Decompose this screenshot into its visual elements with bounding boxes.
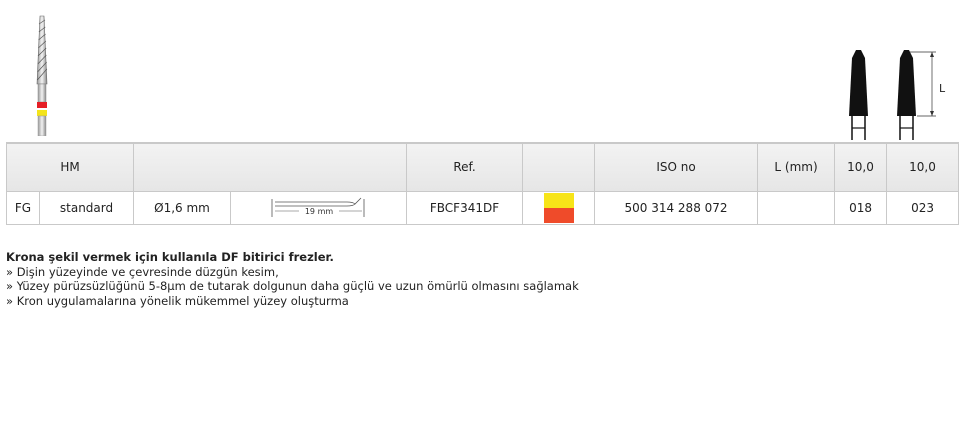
cell-size2: 023 (886, 190, 960, 225)
color-bottom (543, 207, 574, 223)
bur-shape-silhouette (840, 44, 880, 140)
cell-length (757, 190, 836, 225)
cell-iso: 500 314 288 072 (594, 190, 759, 225)
dimension-label: 19 mm (304, 207, 333, 216)
cell-ref: FBCF341DF (406, 190, 524, 225)
bur-length-diagram: 19 mm (271, 197, 364, 217)
cell-grade: standard (38, 190, 135, 225)
specification-table: HM Ref. ISO no L (mm) 10,0 10,0 FG stand… (5, 142, 960, 225)
bur-image (26, 12, 60, 140)
color-top (543, 192, 574, 208)
header-hm: HM (5, 142, 135, 192)
header-length: L (mm) (757, 142, 836, 192)
color-code-swatch (543, 192, 574, 223)
header-size2: 10,0 (886, 142, 960, 192)
header-color (522, 142, 596, 192)
cell-dimension-drawing: 19 mm (230, 190, 408, 225)
description-heading: Krona şekil vermek için kullanıla DF bit… (6, 250, 334, 264)
header-blank (133, 142, 408, 192)
header-size1: 10,0 (834, 142, 888, 192)
description-bullet: » Kron uygulamalarına yönelik mükemmel y… (6, 293, 349, 308)
product-description: Krona şekil vermek için kullanıla DF bit… (6, 250, 946, 308)
table-row: FG standard Ø1,6 mm 19 mm FBCF341DF 500 … (6, 190, 960, 225)
table-header-row: HM Ref. ISO no L (mm) 10,0 10,0 (5, 142, 960, 192)
description-bullet: » Dişin yüzeyinde ve çevresinde düzgün k… (6, 264, 279, 279)
header-ref: Ref. (406, 142, 524, 192)
cell-size1: 018 (834, 190, 888, 225)
cell-color-code (522, 190, 596, 225)
header-iso: ISO no (594, 142, 759, 192)
bur-shape-dimension-diagram: L (888, 44, 952, 140)
description-bullet: » Yüzey pürüzsüzlüğünü 5-8µm de tutarak … (6, 279, 579, 293)
cell-diameter: Ø1,6 mm (133, 190, 232, 225)
product-illustration-area: L (0, 0, 960, 143)
length-dimension-label: L (939, 82, 946, 95)
cell-type: FG (6, 190, 40, 225)
